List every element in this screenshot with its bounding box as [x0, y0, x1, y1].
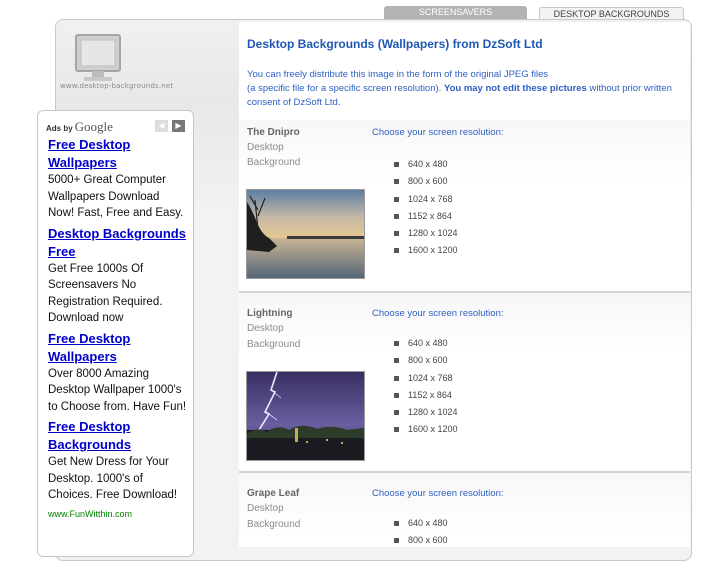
resolution-link[interactable]: 1280 x 1024	[393, 404, 458, 421]
ad-description: Get Free 1000s Of Screensavers No Regist…	[48, 262, 163, 325]
ad-list: Free Desktop Wallpapers 5000+ Great Comp…	[48, 136, 188, 525]
intro-text: You can freely distribute this image in …	[247, 69, 672, 108]
resolution-link[interactable]: 1600 x 1200	[393, 421, 458, 438]
ad-link[interactable]: Desktop Backgrounds Free	[48, 225, 188, 261]
ad-description: Over 8000 Amazing Desktop Wallpaper 1000…	[48, 367, 187, 413]
site-logo[interactable]: www.desktop-backgrounds.net	[60, 25, 195, 95]
chevron-right-icon[interactable]: ▶	[172, 120, 185, 132]
chevron-left-icon[interactable]: ◀	[155, 120, 168, 132]
wallpaper-type: Desktop	[247, 503, 284, 514]
wallpaper-type: Desktop	[247, 323, 284, 334]
page-title: Desktop Backgrounds (Wallpapers) from Dz…	[247, 37, 543, 51]
wallpaper-entry: Lightning Desktop Background Choose your…	[239, 291, 690, 465]
resolution-link[interactable]: 1024 x 768	[393, 370, 458, 387]
resolution-link[interactable]: 800 x 600	[393, 532, 448, 549]
ad-description: 5000+ Great Computer Wallpapers Download…	[48, 174, 184, 219]
ads-by-google-label[interactable]: Ads by Google	[46, 119, 113, 135]
logo-text: www.desktop-backgrounds.net	[60, 82, 174, 90]
dnipro-thumbnail-image	[247, 190, 364, 278]
wallpaper-type: Background	[247, 519, 301, 530]
choose-resolution-label: Choose your screen resolution:	[372, 488, 504, 499]
resolution-link[interactable]: 1152 x 864	[393, 387, 458, 404]
resolution-link[interactable]: 1152 x 864	[393, 208, 458, 225]
resolution-link[interactable]: 640 x 480	[393, 335, 458, 352]
ad-panel: Ads by Google ◀ ▶ Free Desktop Wallpapers…	[37, 110, 194, 557]
wallpaper-thumbnail[interactable]	[246, 371, 365, 461]
ad-link[interactable]: Free Desktop Wallpapers	[48, 136, 188, 172]
lightning-thumbnail-image	[247, 372, 364, 460]
choose-resolution-label: Choose your screen resolution:	[372, 308, 504, 319]
monitor-icon	[75, 34, 121, 81]
ad-item: Free Desktop Wallpapers 5000+ Great Comp…	[48, 136, 188, 222]
main-content: Desktop Backgrounds (Wallpapers) from Dz…	[239, 22, 690, 547]
ad-description: Get New Dress for Your Desktop. 1000's o…	[48, 456, 178, 501]
wallpaper-name: The Dnipro	[247, 127, 300, 138]
wallpaper-type: Desktop	[247, 142, 284, 153]
resolution-link[interactable]: 1280 x 1024	[393, 225, 458, 242]
wallpaper-thumbnail[interactable]	[246, 189, 365, 279]
resolution-link[interactable]: 800 x 600	[393, 352, 458, 369]
wallpaper-type: Background	[247, 339, 301, 350]
resolution-list: 640 x 480 800 x 600 1024 x 768 1152 x 86…	[393, 335, 458, 439]
resolution-link[interactable]: 1024 x 768	[393, 191, 458, 208]
resolution-link[interactable]: 1600 x 1200	[393, 242, 458, 259]
ad-url[interactable]: www.FunWitthin.com	[48, 509, 132, 519]
tab-screensavers[interactable]: SCREENSAVERS	[384, 6, 527, 19]
ad-item: Free Desktop Backgrounds Get New Dress f…	[48, 418, 188, 522]
wallpaper-entry: The Dnipro Desktop Background Choose you…	[239, 120, 690, 292]
resolution-link[interactable]: 640 x 480	[393, 156, 458, 173]
wallpaper-entry: Grape Leaf Desktop Background Choose you…	[239, 471, 690, 547]
wallpaper-name: Lightning	[247, 308, 293, 319]
choose-resolution-label: Choose your screen resolution:	[372, 127, 504, 138]
resolution-list: 640 x 480 800 x 600	[393, 515, 448, 550]
ad-item: Desktop Backgrounds Free Get Free 1000s …	[48, 225, 188, 327]
wallpaper-type: Background	[247, 157, 301, 168]
resolution-link[interactable]: 640 x 480	[393, 515, 448, 532]
resolution-list: 640 x 480 800 x 600 1024 x 768 1152 x 86…	[393, 156, 458, 260]
wallpaper-name: Grape Leaf	[247, 488, 300, 499]
ad-header: Ads by Google ◀ ▶	[38, 111, 193, 135]
ad-link[interactable]: Free Desktop Wallpapers	[48, 330, 188, 366]
resolution-link[interactable]: 800 x 600	[393, 173, 458, 190]
ad-item: Free Desktop Wallpapers Over 8000 Amazin…	[48, 330, 188, 416]
ad-link[interactable]: Free Desktop Backgrounds	[48, 418, 188, 454]
